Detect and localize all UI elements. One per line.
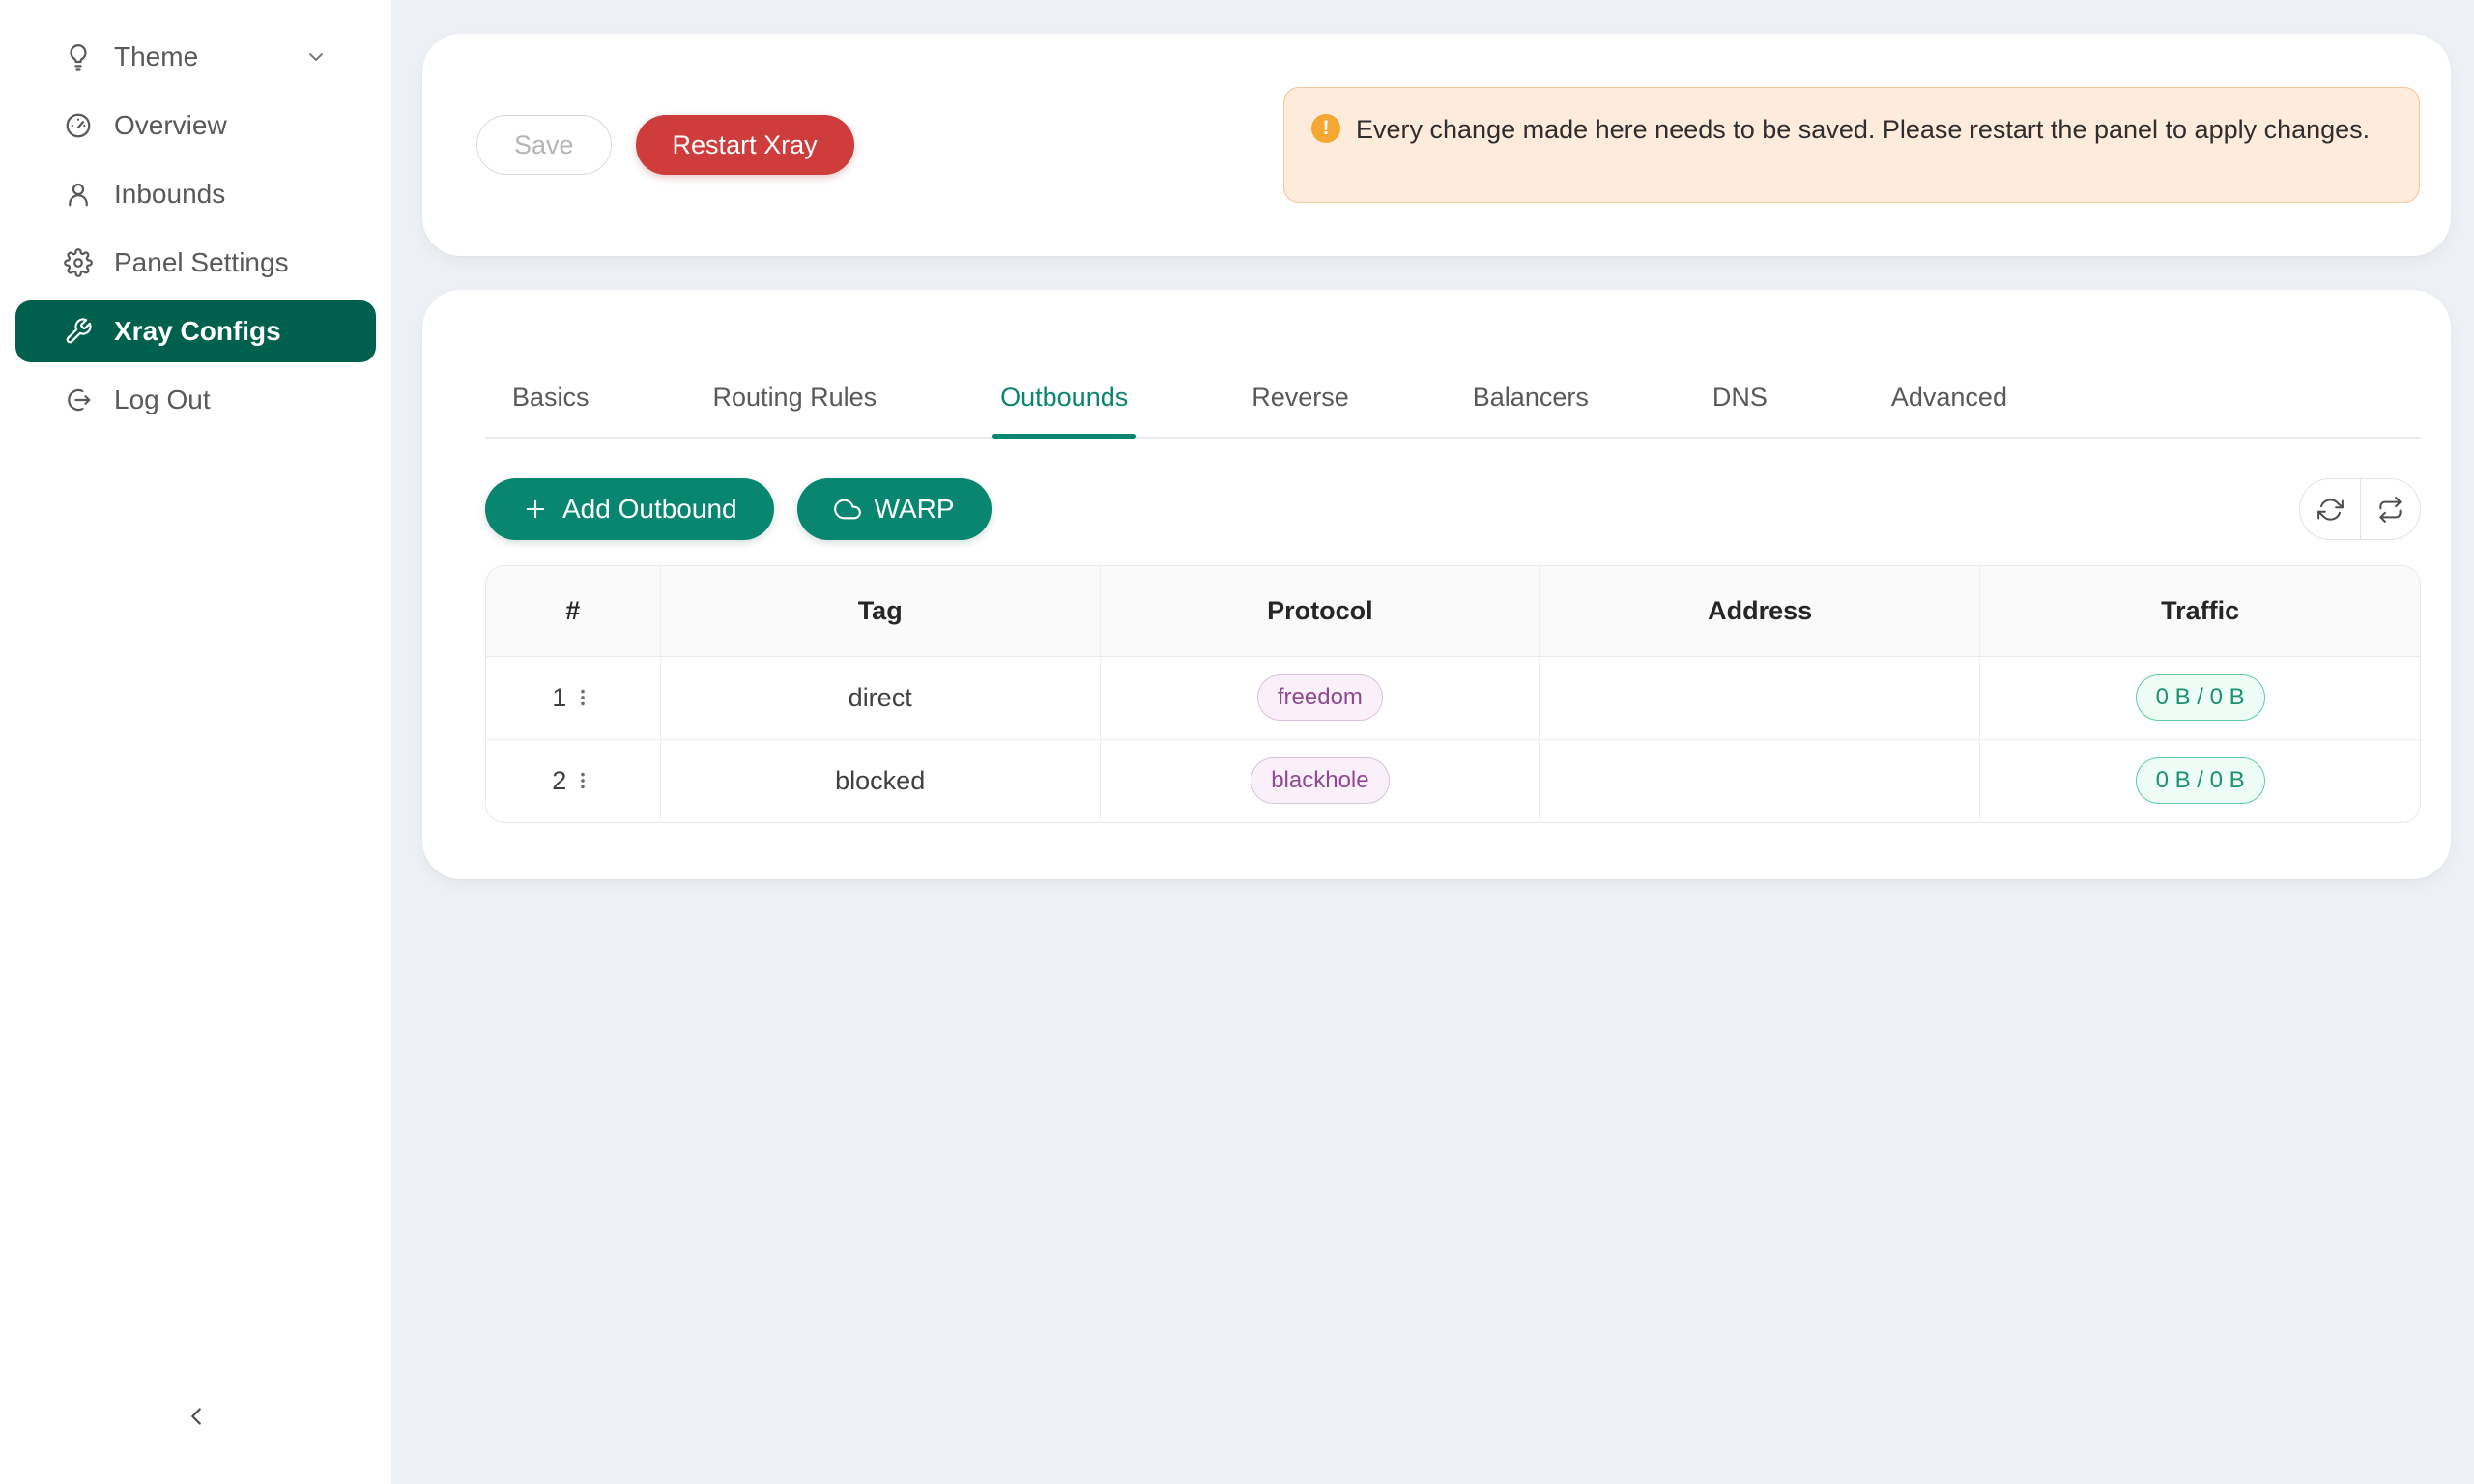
sidebar-item-label: Panel Settings: [114, 247, 328, 278]
lightbulb-icon: [64, 43, 93, 71]
tab-balancers[interactable]: Balancers: [1473, 323, 1589, 437]
sidebar-item-panel-settings[interactable]: Panel Settings: [15, 232, 376, 294]
sidebar-item-label: Xray Configs: [114, 316, 328, 347]
refresh-button[interactable]: [2300, 479, 2360, 539]
sidebar-item-overview[interactable]: Overview: [15, 95, 376, 157]
save-button[interactable]: Save: [476, 115, 612, 175]
table-row: 1 direct freedom 0 B / 0 B: [486, 656, 2420, 739]
chevron-left-icon: [182, 1402, 211, 1431]
tabs-bar: Basics Routing Rules Outbounds Reverse Balan…: [485, 323, 2421, 439]
actions-row: Add Outbound WARP: [485, 478, 2421, 540]
protocol-badge: freedom: [1257, 674, 1383, 721]
toolbar-card: Save Restart Xray ! Every change made he…: [422, 34, 2451, 256]
row-menu-button[interactable]: [572, 681, 593, 714]
alert-text: Every change made here needs to be saved…: [1356, 109, 2370, 151]
actions-left: Add Outbound WARP: [485, 478, 992, 540]
user-icon: [64, 180, 93, 209]
toggle-layout-button[interactable]: [2360, 479, 2420, 539]
column-header-tag: Tag: [660, 566, 1100, 656]
sidebar-collapse-button[interactable]: [182, 1402, 211, 1434]
column-header-protocol: Protocol: [1100, 566, 1539, 656]
tag-value: blocked: [835, 766, 925, 795]
traffic-cell: 0 B / 0 B: [1980, 656, 2420, 739]
restart-xray-button[interactable]: Restart Xray: [636, 115, 854, 175]
wrench-icon: [64, 317, 93, 346]
sidebar-item-label: Inbounds: [114, 179, 328, 210]
chevron-down-icon: [304, 45, 328, 69]
xray-configs-card: Basics Routing Rules Outbounds Reverse Balan…: [422, 290, 2451, 879]
tag-cell: blocked: [660, 739, 1100, 822]
sidebar-nav: Theme Overview Inbounds Panel Settings Xray …: [0, 26, 391, 431]
main-content: Save Restart Xray ! Every change made he…: [391, 0, 2474, 1484]
index-cell: 2: [486, 739, 660, 822]
address-cell: [1540, 656, 1980, 739]
index-cell: 1: [486, 656, 660, 739]
protocol-badge: blackhole: [1251, 757, 1389, 804]
traffic-badge: 0 B / 0 B: [2136, 757, 2265, 804]
tab-dns[interactable]: DNS: [1712, 323, 1768, 437]
tab-advanced[interactable]: Advanced: [1891, 323, 2007, 437]
tab-outbounds[interactable]: Outbounds: [1000, 323, 1128, 437]
warp-button[interactable]: WARP: [797, 478, 992, 540]
restart-warning-alert: ! Every change made here needs to be sav…: [1283, 87, 2420, 203]
logout-icon: [64, 385, 93, 414]
tab-reverse[interactable]: Reverse: [1251, 323, 1349, 437]
more-vertical-icon: [572, 681, 593, 714]
toolbar-buttons: Save Restart Xray: [476, 115, 854, 175]
column-header-: #: [486, 566, 660, 656]
sidebar-item-xray-configs[interactable]: Xray Configs: [15, 300, 376, 362]
address-cell: [1540, 739, 1980, 822]
app-window: Theme Overview Inbounds Panel Settings Xray …: [0, 0, 2474, 1484]
tag-value: direct: [849, 683, 912, 712]
gear-icon: [64, 248, 93, 277]
tab-routing-rules[interactable]: Routing Rules: [713, 323, 877, 437]
warp-label: WARP: [875, 494, 955, 525]
plus-icon: [522, 496, 549, 523]
tag-cell: direct: [660, 656, 1100, 739]
protocol-cell: blackhole: [1100, 739, 1539, 822]
column-header-traffic: Traffic: [1980, 566, 2420, 656]
tab-basics[interactable]: Basics: [512, 323, 590, 437]
traffic-cell: 0 B / 0 B: [1980, 739, 2420, 822]
row-menu-button[interactable]: [572, 764, 593, 797]
outbounds-table: #TagProtocolAddressTraffic 1 direct freedo…: [485, 565, 2421, 823]
sidebar-item-inbounds[interactable]: Inbounds: [15, 163, 376, 225]
column-header-address: Address: [1540, 566, 1980, 656]
add-outbound-button[interactable]: Add Outbound: [485, 478, 774, 540]
more-vertical-icon: [572, 764, 593, 797]
row-index: 2: [552, 766, 566, 796]
sidebar-item-label: Overview: [114, 110, 328, 141]
repeat-icon: [2377, 497, 2403, 523]
gauge-icon: [64, 111, 93, 140]
sidebar-item-theme[interactable]: Theme: [15, 26, 376, 88]
exclamation-circle-icon: !: [1311, 114, 1340, 143]
row-index: 1: [552, 683, 566, 713]
table-header-row: #TagProtocolAddressTraffic: [486, 566, 2420, 656]
sidebar-item-label: Log Out: [114, 385, 328, 415]
protocol-cell: freedom: [1100, 656, 1539, 739]
sync-icon: [2317, 497, 2344, 523]
sidebar: Theme Overview Inbounds Panel Settings Xray …: [0, 0, 391, 1484]
cloud-icon: [834, 496, 861, 523]
traffic-badge: 0 B / 0 B: [2136, 674, 2265, 721]
add-outbound-label: Add Outbound: [562, 494, 737, 525]
table-tools: [2299, 478, 2421, 540]
sidebar-item-log-out[interactable]: Log Out: [15, 369, 376, 431]
sidebar-item-label: Theme: [114, 42, 283, 72]
table-row: 2 blocked blackhole 0 B / 0 B: [486, 739, 2420, 822]
